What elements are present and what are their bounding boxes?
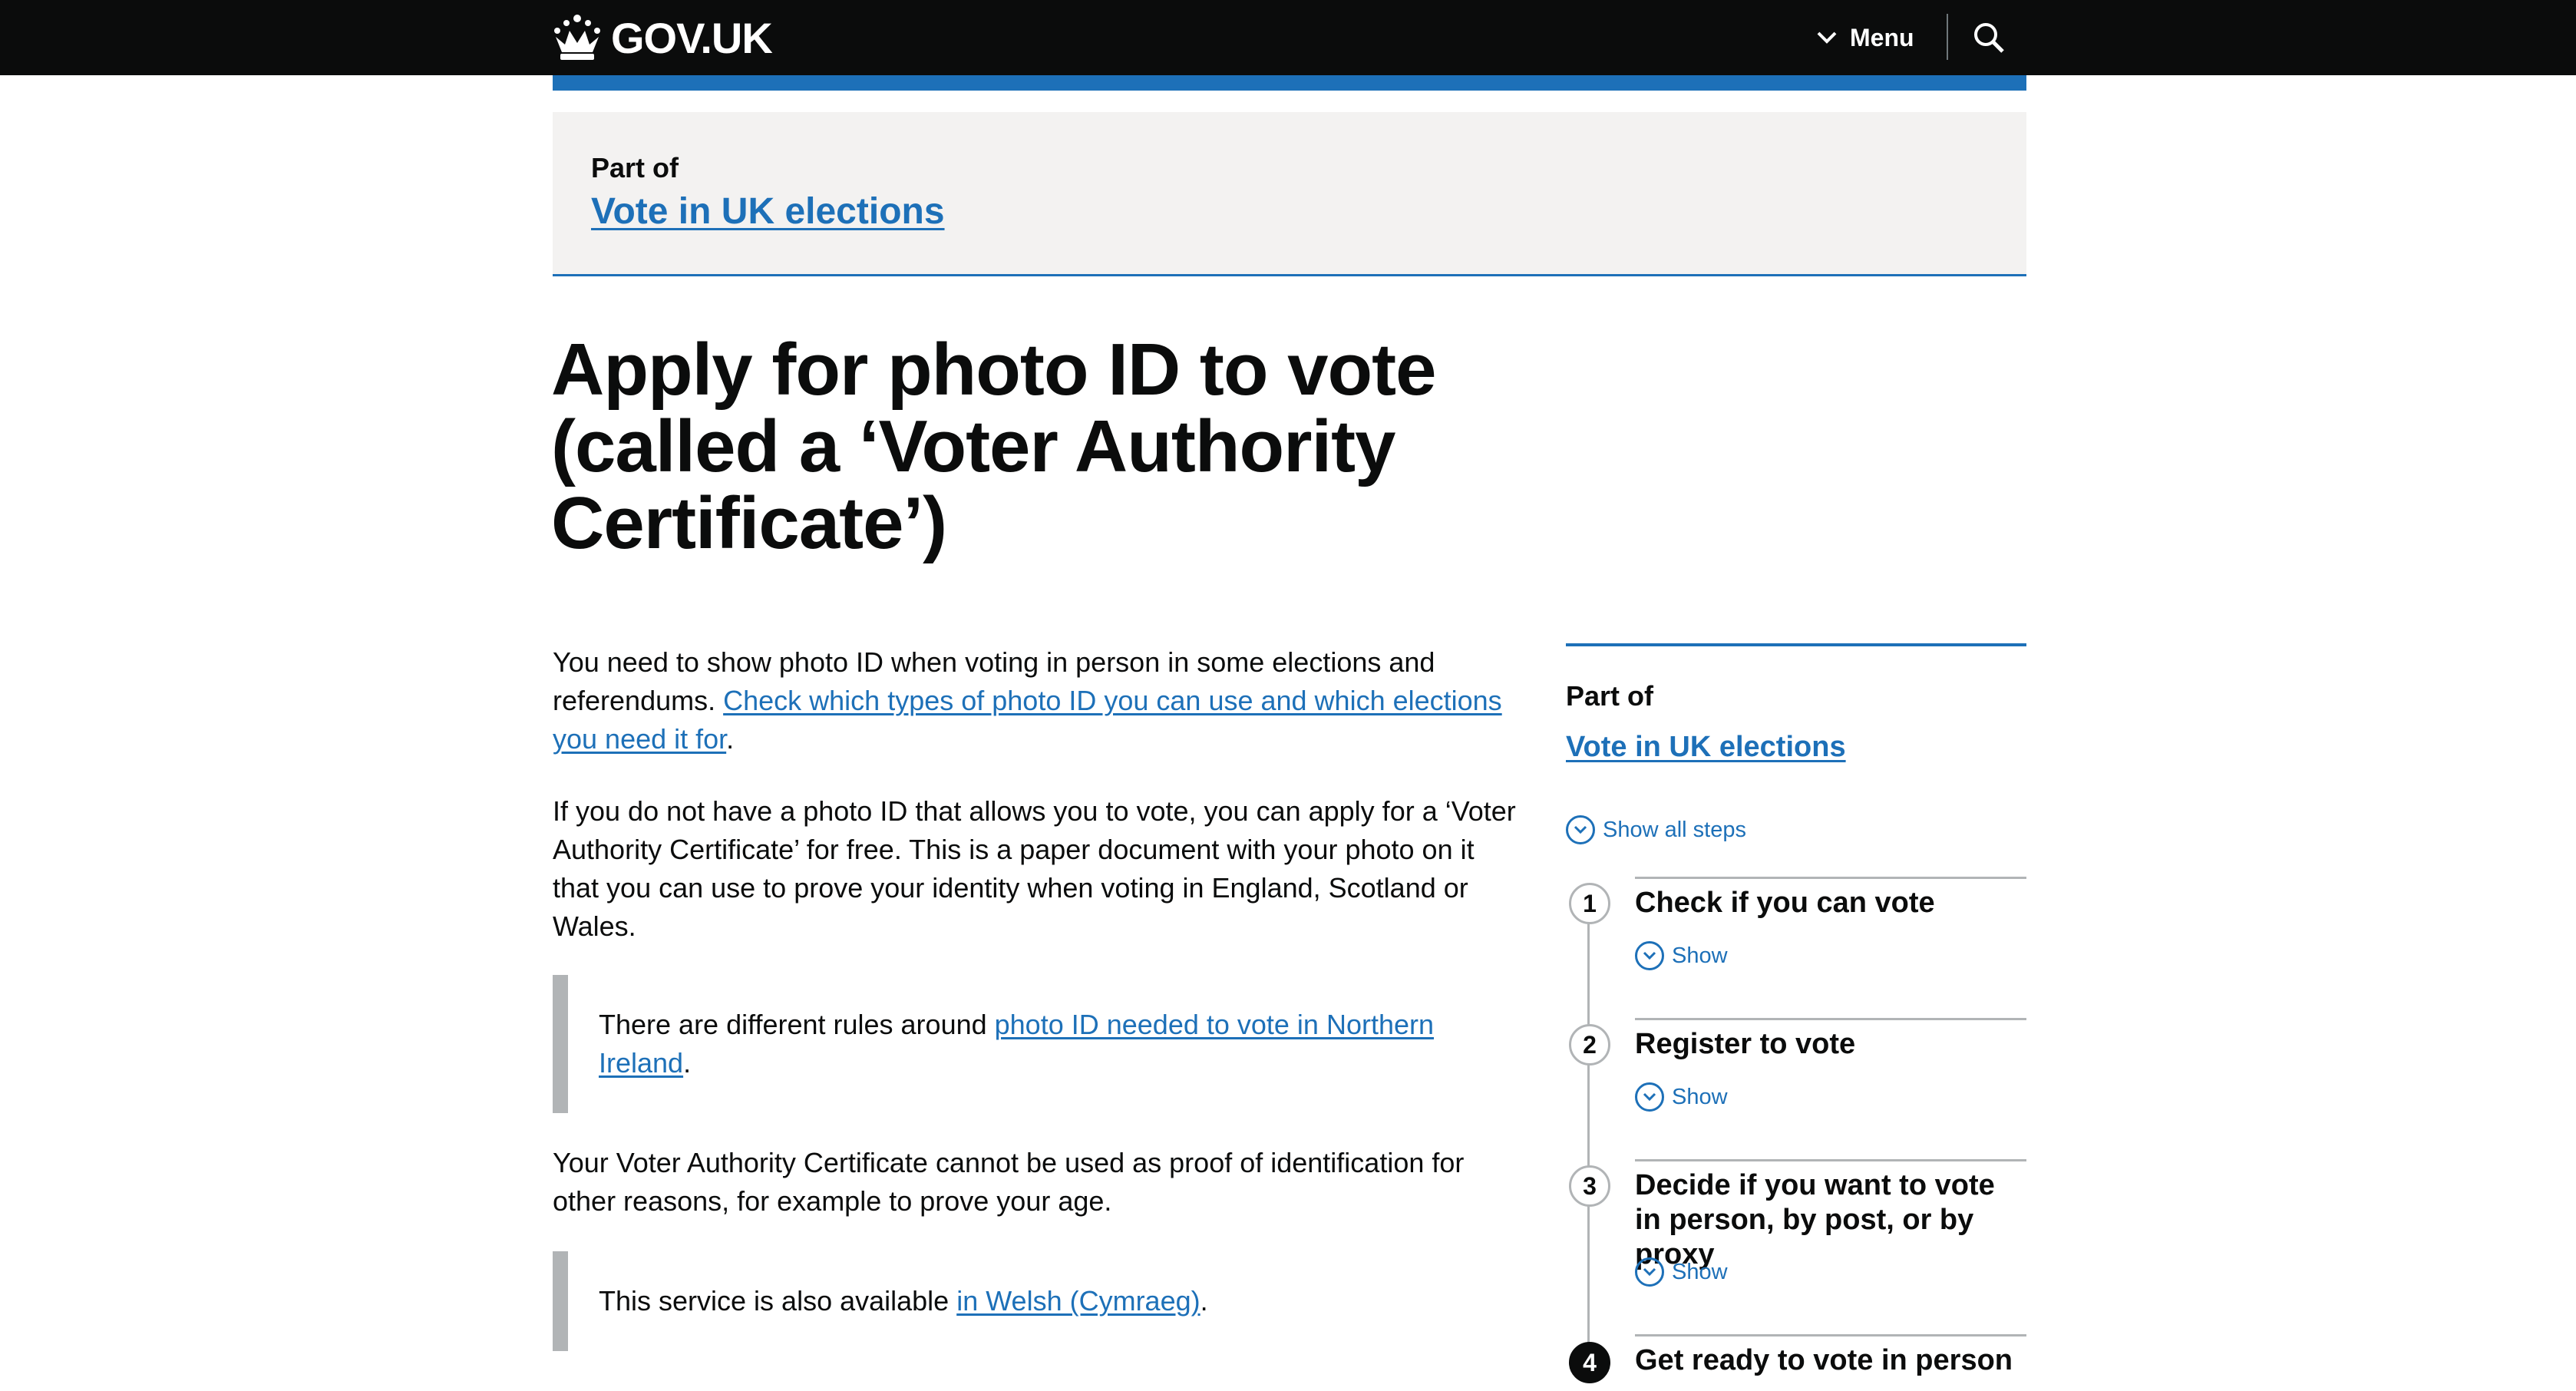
chevron-down-icon <box>1635 941 1664 970</box>
title-line-2: (called a ‘Voter Authority <box>551 405 1396 487</box>
step-separator <box>1635 877 2026 879</box>
step-show-label: Show <box>1672 943 1728 968</box>
northern-ireland-inset: There are different rules around photo I… <box>553 975 1520 1113</box>
welsh-text: This service is also available <box>599 1285 957 1317</box>
step-number-1: 1 <box>1569 883 1610 924</box>
step-number-3: 3 <box>1569 1165 1610 1207</box>
proof-paragraph: Your Voter Authority Certificate cannot … <box>553 1147 1465 1217</box>
menu-label: Menu <box>1850 23 1914 51</box>
welsh-inset: This service is also available in Welsh … <box>553 1251 1520 1351</box>
part-of-link[interactable]: Vote in UK elections <box>591 190 945 233</box>
intro-end: . <box>726 723 735 755</box>
part-of-label: Part of <box>591 152 679 183</box>
sidebar-part-of-link[interactable]: Vote in UK elections <box>1566 731 1846 764</box>
show-all-steps-label: Show all steps <box>1603 817 1746 842</box>
chevron-down-icon <box>1566 815 1595 844</box>
step-title-4[interactable]: Get ready to vote in person <box>1635 1343 2026 1378</box>
step-show-label: Show <box>1672 1259 1728 1284</box>
step-number-2: 2 <box>1569 1024 1610 1066</box>
step-title-1[interactable]: Check if you can vote <box>1635 886 2026 920</box>
search-icon <box>1974 23 2004 53</box>
step-title-3[interactable]: Decide if you want to vote in person, by… <box>1635 1168 2026 1272</box>
step-separator <box>1635 1018 2026 1020</box>
part-of-panel: Part of Vote in UK elections <box>553 112 2026 276</box>
logo-text: GOV.UK <box>611 13 773 62</box>
search-button[interactable] <box>1967 14 2011 61</box>
step-separator <box>1635 1159 2026 1161</box>
chevron-down-icon <box>1635 1082 1664 1112</box>
step-show-button-2[interactable]: Show <box>1635 1082 1728 1112</box>
header-blue-bar <box>553 75 2026 91</box>
show-all-steps-button[interactable]: Show all steps <box>1566 815 1746 844</box>
govuk-logo-link[interactable]: GOV.UK <box>551 8 773 68</box>
step-show-button-3[interactable]: Show <box>1635 1257 1728 1287</box>
sidebar-top-rule <box>1566 643 2026 646</box>
inset-end: . <box>683 1047 692 1079</box>
chevron-down-icon <box>1817 31 1837 44</box>
header-divider <box>1947 14 1948 60</box>
inset-text: There are different rules around <box>599 1009 995 1040</box>
step-title-2[interactable]: Register to vote <box>1635 1027 2026 1062</box>
certificate-paragraph: If you do not have a photo ID that allow… <box>553 795 1516 942</box>
chevron-down-icon <box>1635 1257 1664 1287</box>
step-show-label: Show <box>1672 1084 1728 1109</box>
step-show-button-1[interactable]: Show <box>1635 941 1728 970</box>
title-line-1: Apply for photo ID to vote <box>551 329 1437 411</box>
step-connector-line <box>1587 904 1590 1357</box>
title-line-3: Certificate’) <box>551 482 947 564</box>
welsh-link[interactable]: in Welsh (Cymraeg) <box>956 1285 1200 1317</box>
intro-paragraph: You need to show photo ID when voting in… <box>553 643 1520 758</box>
menu-button[interactable]: Menu <box>1816 14 1914 61</box>
site-header: GOV.UK Menu <box>0 0 2576 75</box>
welsh-end: . <box>1200 1285 1208 1317</box>
sidebar-part-of-label: Part of <box>1566 680 1654 712</box>
step-number-4: 4 <box>1569 1342 1610 1383</box>
page-title: Apply for photo ID to vote (called a ‘Vo… <box>551 332 1549 562</box>
step-separator <box>1635 1334 2026 1336</box>
crown-icon <box>554 15 600 60</box>
